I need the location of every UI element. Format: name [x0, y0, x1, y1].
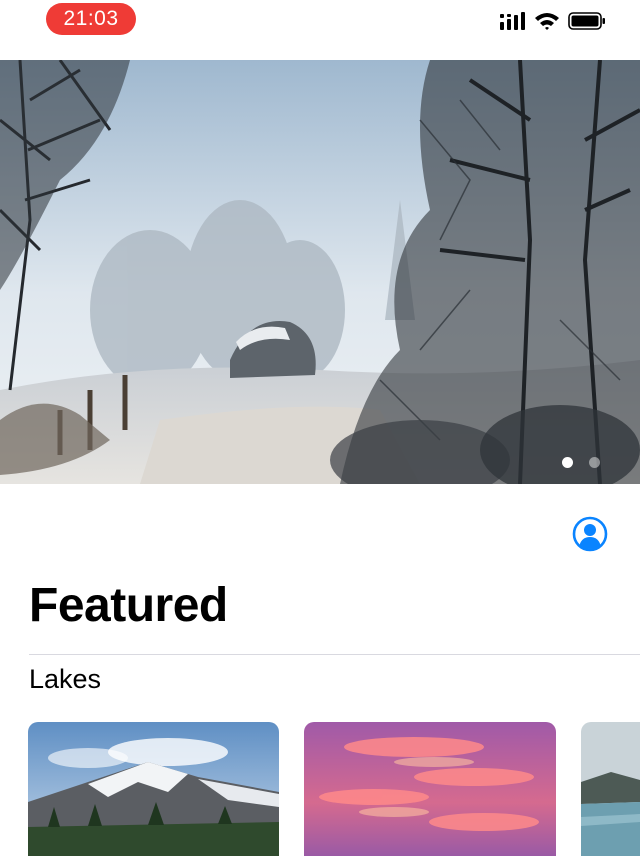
lake-card-3[interactable] [581, 722, 640, 856]
page-dot[interactable] [589, 457, 600, 468]
status-icons [500, 11, 606, 36]
carousel-page-indicator[interactable] [562, 457, 600, 468]
cellular-signal-icon [500, 11, 526, 35]
status-bar: 21:03 [0, 0, 640, 60]
section-title: Lakes [29, 664, 102, 694]
page-dot-active[interactable] [562, 457, 573, 468]
profile-button[interactable] [572, 516, 608, 552]
person-circle-icon [572, 516, 608, 556]
status-time: 21:03 [46, 3, 136, 35]
lake-card-2[interactable] [304, 722, 556, 856]
wifi-icon [534, 11, 560, 36]
hero-carousel-image[interactable] [0, 60, 640, 484]
lake-card-1[interactable] [28, 722, 279, 856]
section-divider [29, 654, 640, 655]
page-title: Featured [29, 579, 228, 632]
battery-icon [568, 11, 606, 36]
